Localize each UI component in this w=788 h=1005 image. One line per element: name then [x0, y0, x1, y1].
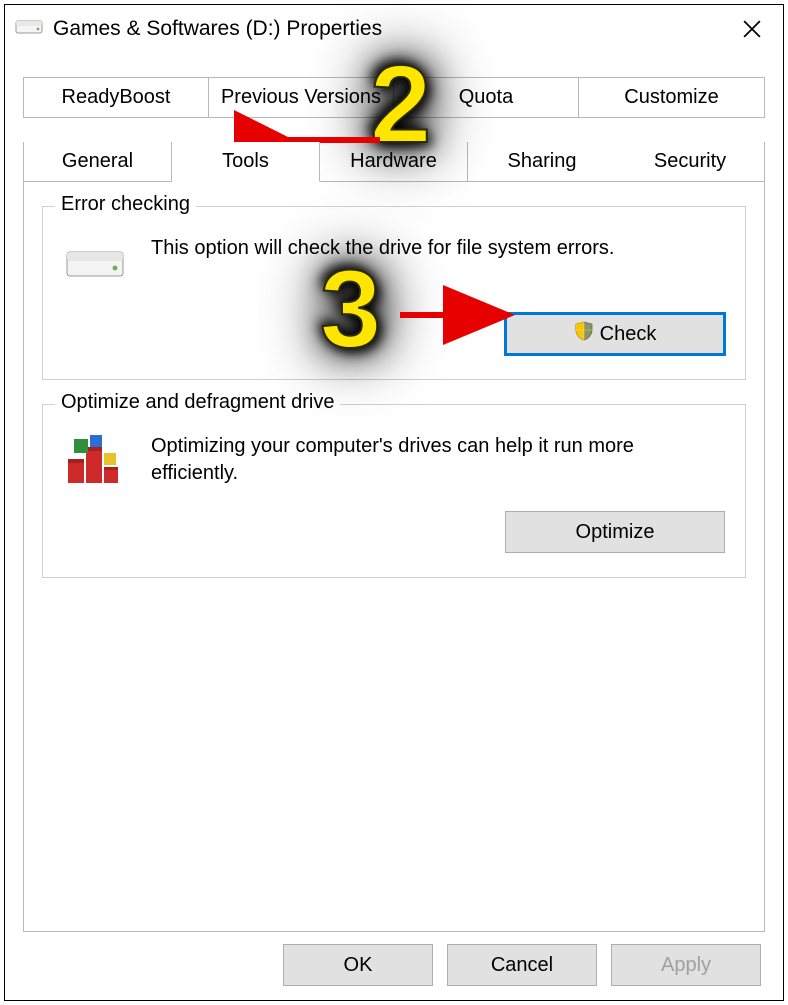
optimize-button-label: Optimize [576, 521, 655, 544]
group-error-checking: Error checking This option will check th… [42, 206, 746, 380]
tab-row-2: General Tools Hardware Sharing Security [23, 142, 765, 182]
tab-panel-tools: Error checking This option will check th… [23, 182, 765, 932]
optimize-button[interactable]: Optimize [505, 511, 725, 553]
group-optimize: Optimize and defragment drive [42, 404, 746, 578]
drive-icon [15, 15, 43, 43]
defrag-icon [63, 433, 127, 487]
tab-tools[interactable]: Tools [172, 142, 320, 182]
tab-readyboost[interactable]: ReadyBoost [24, 78, 209, 118]
tab-sharing[interactable]: Sharing [468, 142, 616, 182]
optimize-description: Optimizing your computer's drives can he… [151, 433, 725, 487]
tab-customize[interactable]: Customize [579, 78, 764, 118]
tab-quota[interactable]: Quota [394, 78, 579, 118]
group-legend-optimize: Optimize and defragment drive [55, 391, 340, 414]
dialog-client-area: ReadyBoost Previous Versions Quota Custo… [5, 53, 783, 1000]
check-button[interactable]: Check [505, 313, 725, 355]
error-checking-description: This option will check the drive for fil… [151, 235, 725, 262]
dialog-button-row: OK Cancel Apply [23, 932, 765, 986]
close-button[interactable] [729, 6, 775, 52]
tab-general[interactable]: General [24, 142, 172, 182]
tab-previous-versions[interactable]: Previous Versions [209, 78, 394, 118]
apply-button[interactable]: Apply [611, 944, 761, 986]
drive-large-icon [63, 235, 127, 289]
title-bar: Games & Softwares (D:) Properties [5, 5, 783, 53]
window-title: Games & Softwares (D:) Properties [53, 17, 719, 41]
tab-row-1: ReadyBoost Previous Versions Quota Custo… [23, 77, 765, 118]
ok-button[interactable]: OK [283, 944, 433, 986]
close-icon [743, 20, 761, 38]
group-legend-error-checking: Error checking [55, 193, 196, 216]
tab-hardware[interactable]: Hardware [320, 142, 468, 182]
check-button-label: Check [600, 323, 657, 346]
tab-security[interactable]: Security [616, 142, 764, 182]
properties-dialog: Games & Softwares (D:) Properties ReadyB… [4, 4, 784, 1001]
cancel-button[interactable]: Cancel [447, 944, 597, 986]
shield-icon [574, 321, 594, 347]
